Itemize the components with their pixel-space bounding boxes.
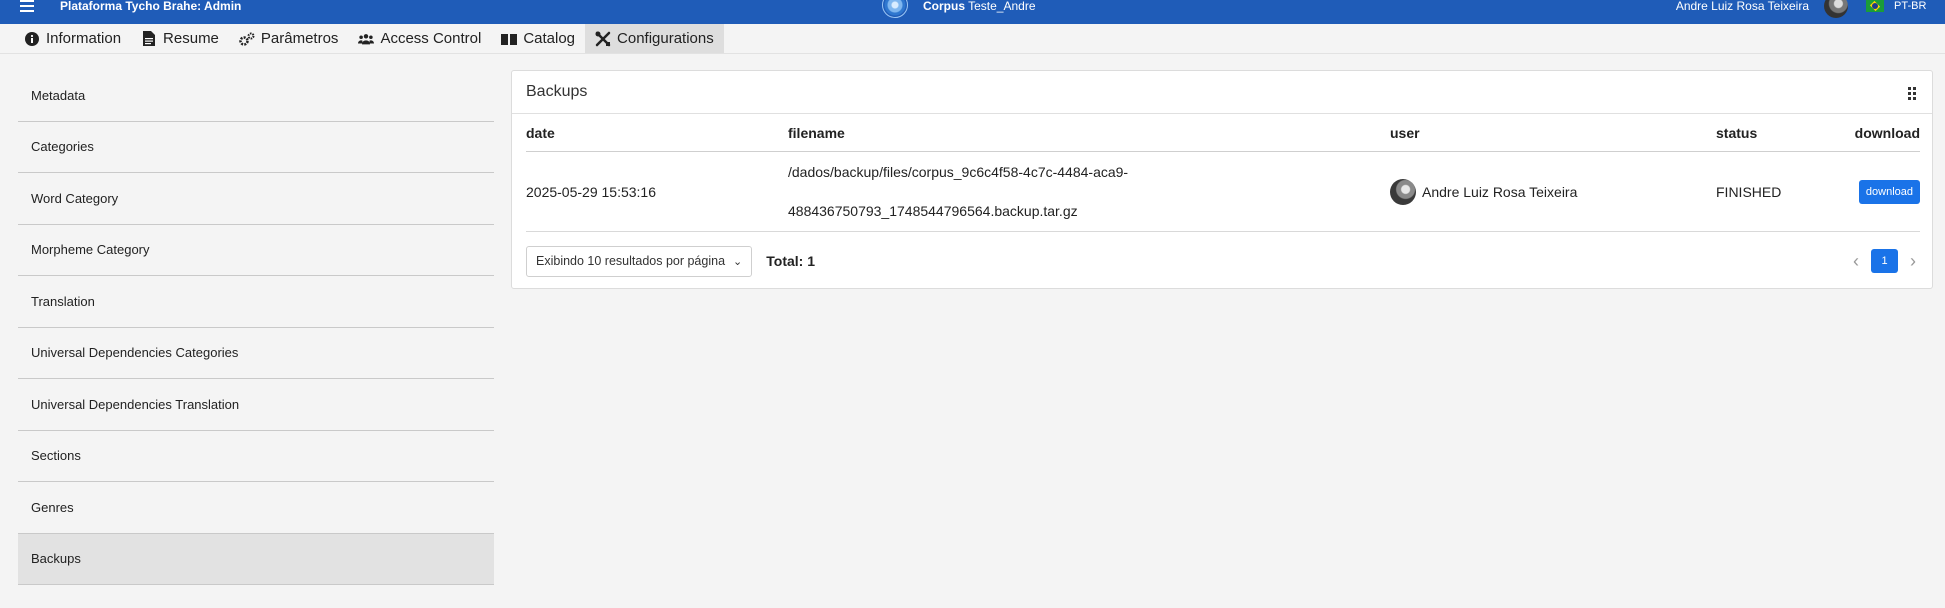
info-icon	[24, 31, 40, 47]
cell-status: FINISHED	[1716, 183, 1782, 200]
document-icon	[141, 31, 157, 47]
corpus-indicator[interactable]: Corpus Teste_Andre	[923, 0, 1036, 12]
tab-resume[interactable]: Resume	[131, 24, 229, 53]
backups-panel: Backups date filename user status downlo…	[511, 70, 1933, 289]
settings-sidebar: Metadata Categories Word Category Morphe…	[18, 70, 494, 585]
sidebar-item-genres[interactable]: Genres	[18, 482, 494, 534]
column-header-user[interactable]: user	[1390, 125, 1716, 141]
column-header-status[interactable]: status	[1716, 125, 1850, 141]
panel-header: Backups	[512, 71, 1932, 114]
cell-download: download	[1850, 179, 1920, 204]
download-button[interactable]: download	[1858, 179, 1920, 204]
total-count: Total: 1	[766, 253, 815, 269]
panel-title: Backups	[526, 83, 588, 100]
table-header-row: date filename user status download	[526, 114, 1920, 152]
main-tabs: Information Resume Parâmetros Access Con…	[0, 24, 1945, 54]
page-number-button[interactable]: 1	[1871, 249, 1898, 273]
sidebar-item-translation[interactable]: Translation	[18, 276, 494, 328]
pagination: ‹ 1 ›	[1849, 249, 1920, 273]
corpus-label: Corpus	[923, 0, 965, 13]
filename-line: /dados/backup/files/corpus_9c6c4f58-4c7c…	[788, 163, 1129, 180]
table-footer: Exibindo 10 resultados por página ⌄ Tota…	[526, 245, 1920, 277]
sidebar-item-backups[interactable]: Backups	[18, 533, 494, 585]
corpus-logo-icon	[882, 0, 908, 18]
cell-user: Andre Luiz Rosa Teixeira	[1390, 178, 1716, 205]
sidebar-item-ud-categories[interactable]: Universal Dependencies Categories	[18, 328, 494, 379]
grip-icon[interactable]	[1908, 87, 1918, 100]
backups-table: date filename user status download 2025-…	[526, 114, 1920, 232]
column-header-download: download	[1854, 124, 1920, 141]
sidebar-item-categories[interactable]: Categories	[18, 122, 494, 173]
tab-catalog[interactable]: Catalog	[491, 24, 585, 53]
app-title: Plataforma Tycho Brahe: Admin	[60, 0, 242, 13]
filename-line: 488436750793_1748544796564.backup.tar.gz	[788, 202, 1078, 219]
tab-access-control[interactable]: Access Control	[348, 24, 491, 53]
sidebar-item-metadata[interactable]: Metadata	[18, 70, 494, 122]
tab-label: Access Control	[380, 30, 482, 47]
tab-configurations[interactable]: Configurations	[585, 24, 724, 53]
hamburger-menu-icon[interactable]	[20, 0, 34, 12]
users-icon	[358, 31, 375, 47]
language-label[interactable]: PT-BR	[1894, 0, 1926, 12]
top-app-bar: Plataforma Tycho Brahe: Admin Corpus Tes…	[0, 0, 1945, 24]
previous-page-icon[interactable]: ‹	[1849, 251, 1863, 272]
book-icon	[501, 31, 518, 47]
user-avatar[interactable]	[1824, 0, 1848, 18]
tools-icon	[595, 31, 611, 47]
tab-label: Resume	[163, 30, 219, 47]
corpus-name: Teste_Andre	[968, 0, 1036, 13]
user-name: Andre Luiz Rosa Teixeira	[1422, 183, 1578, 200]
cell-date: 2025-05-29 15:53:16	[526, 183, 656, 200]
tab-label: Parâmetros	[260, 30, 339, 47]
page-size-label: Exibindo 10 resultados por página	[536, 254, 726, 268]
column-header-date[interactable]: date	[526, 125, 788, 141]
brazil-flag-icon[interactable]	[1866, 0, 1884, 12]
user-name[interactable]: Andre Luiz Rosa Teixeira	[1676, 0, 1809, 12]
table-row: 2025-05-29 15:53:16 /dados/backup/files/…	[526, 152, 1920, 232]
sidebar-item-sections[interactable]: Sections	[18, 431, 494, 482]
sidebar-item-ud-translation[interactable]: Universal Dependencies Translation	[18, 379, 494, 431]
sidebar-item-morpheme-category[interactable]: Morpheme Category	[18, 225, 494, 276]
page-size-select[interactable]: Exibindo 10 resultados por página ⌄	[526, 245, 753, 277]
tab-parametros[interactable]: Parâmetros	[229, 24, 349, 53]
cell-filename: /dados/backup/files/corpus_9c6c4f58-4c7c…	[788, 153, 1390, 231]
chevron-down-icon: ⌄	[733, 255, 743, 268]
avatar	[1390, 178, 1416, 205]
sidebar-item-word-category[interactable]: Word Category	[18, 173, 494, 225]
gears-icon	[239, 31, 255, 47]
next-page-icon[interactable]: ›	[1906, 251, 1920, 272]
tab-label: Information	[46, 30, 122, 47]
tab-information[interactable]: Information	[14, 24, 131, 53]
column-header-filename[interactable]: filename	[788, 125, 1390, 141]
tab-label: Configurations	[617, 30, 714, 47]
tab-label: Catalog	[523, 30, 576, 47]
